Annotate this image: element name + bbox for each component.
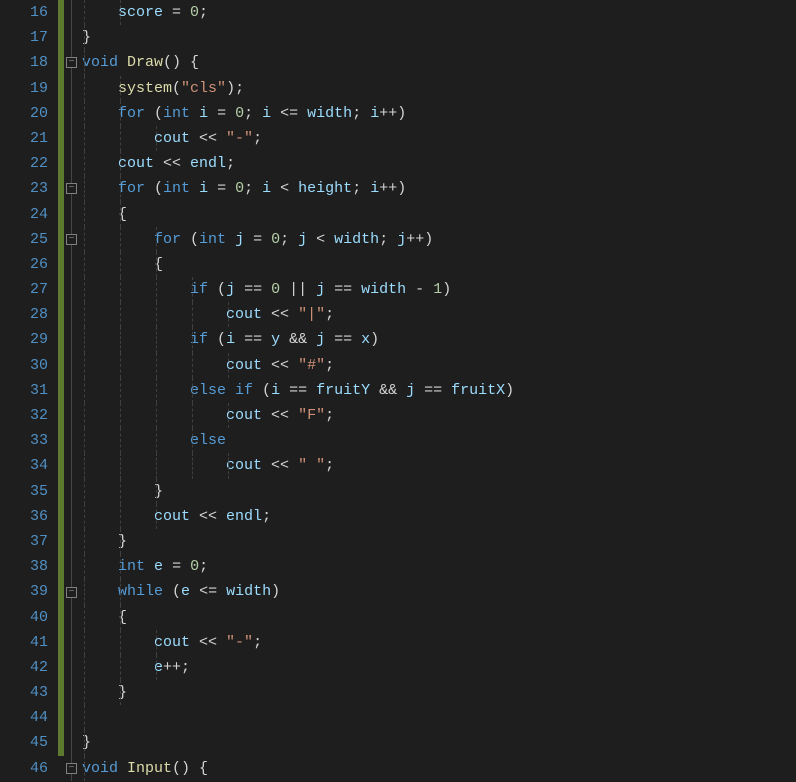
code-line[interactable]: else [82,428,796,453]
code-line[interactable]: void Draw() { [82,50,796,75]
code-line[interactable] [82,705,796,730]
code-line[interactable]: } [82,680,796,705]
code-line[interactable]: void Input() { [82,756,796,781]
code-text: while (e <= width) [82,583,280,600]
line-number: 32 [0,403,48,428]
code-line[interactable]: score = 0; [82,0,796,25]
line-number: 42 [0,655,48,680]
code-line[interactable]: } [82,529,796,554]
line-number: 43 [0,680,48,705]
code-text: void Input() { [82,760,208,777]
code-line[interactable]: { [82,252,796,277]
line-number: 24 [0,202,48,227]
line-number: 20 [0,101,48,126]
line-number: 25 [0,227,48,252]
code-text: } [82,483,163,500]
code-line[interactable]: { [82,605,796,630]
code-text: cout << endl; [82,155,235,172]
line-number: 31 [0,378,48,403]
code-line[interactable]: if (i == y && j == x) [82,327,796,352]
line-number: 33 [0,428,48,453]
line-number: 21 [0,126,48,151]
code-text: for (int j = 0; j < width; j++) [82,231,433,248]
line-number: 38 [0,554,48,579]
code-line[interactable]: } [82,479,796,504]
code-text: system("cls"); [82,80,244,97]
code-text: int e = 0; [82,558,208,575]
code-line[interactable]: if (j == 0 || j == width - 1) [82,277,796,302]
code-line[interactable]: } [82,25,796,50]
code-text: if (i == y && j == x) [82,331,379,348]
line-number: 37 [0,529,48,554]
code-line[interactable]: int e = 0; [82,554,796,579]
line-number: 36 [0,504,48,529]
code-text: cout << endl; [82,508,271,525]
code-line[interactable]: cout << endl; [82,504,796,529]
code-line[interactable]: cout << "-"; [82,126,796,151]
line-number: 46 [0,756,48,781]
code-text: else if (i == fruitY && j == fruitX) [82,382,514,399]
line-number: 44 [0,705,48,730]
code-text: score = 0; [82,4,208,21]
code-text: cout << "-"; [82,634,262,651]
line-number: 16 [0,0,48,25]
line-number: 45 [0,730,48,755]
line-number: 39 [0,579,48,604]
line-number: 40 [0,605,48,630]
code-text: for (int i = 0; i <= width; i++) [82,105,406,122]
line-number: 19 [0,76,48,101]
fold-toggle-icon[interactable]: − [66,183,77,194]
code-line[interactable]: system("cls"); [82,76,796,101]
code-text: if (j == 0 || j == width - 1) [82,281,451,298]
line-number: 27 [0,277,48,302]
line-number: 17 [0,25,48,50]
line-number: 35 [0,479,48,504]
code-line[interactable]: else if (i == fruitY && j == fruitX) [82,378,796,403]
code-line[interactable]: } [82,730,796,755]
code-line[interactable]: cout << " "; [82,453,796,478]
code-line[interactable]: for (int j = 0; j < width; j++) [82,227,796,252]
code-line[interactable]: cout << "F"; [82,403,796,428]
code-line[interactable]: while (e <= width) [82,579,796,604]
code-line[interactable]: { [82,202,796,227]
line-number: 30 [0,353,48,378]
line-number: 34 [0,453,48,478]
line-number: 23 [0,176,48,201]
line-number: 28 [0,302,48,327]
code-area[interactable]: score = 0;}void Draw() { system("cls"); … [82,0,796,782]
code-text: { [82,256,163,273]
code-editor[interactable]: 1617181920212223242526272829303132333435… [0,0,796,782]
fold-toggle-icon[interactable]: − [66,587,77,598]
code-line[interactable]: cout << "#"; [82,353,796,378]
code-text: void Draw() { [82,54,199,71]
fold-column: − − − − − [64,0,82,782]
code-text: for (int i = 0; i < height; i++) [82,180,406,197]
line-number: 41 [0,630,48,655]
fold-toggle-icon[interactable]: − [66,57,77,68]
line-number-gutter: 1617181920212223242526272829303132333435… [0,0,58,782]
line-number: 26 [0,252,48,277]
line-number: 29 [0,327,48,352]
fold-toggle-icon[interactable]: − [66,234,77,245]
code-text: else [82,432,226,449]
code-line[interactable]: e++; [82,655,796,680]
code-line[interactable]: cout << "|"; [82,302,796,327]
line-number: 18 [0,50,48,75]
code-line[interactable]: cout << endl; [82,151,796,176]
code-line[interactable]: for (int i = 0; i < height; i++) [82,176,796,201]
code-text: cout << "-"; [82,130,262,147]
line-number: 22 [0,151,48,176]
code-line[interactable]: cout << "-"; [82,630,796,655]
code-text: e++; [82,659,190,676]
fold-toggle-icon[interactable]: − [66,763,77,774]
code-line[interactable]: for (int i = 0; i <= width; i++) [82,101,796,126]
